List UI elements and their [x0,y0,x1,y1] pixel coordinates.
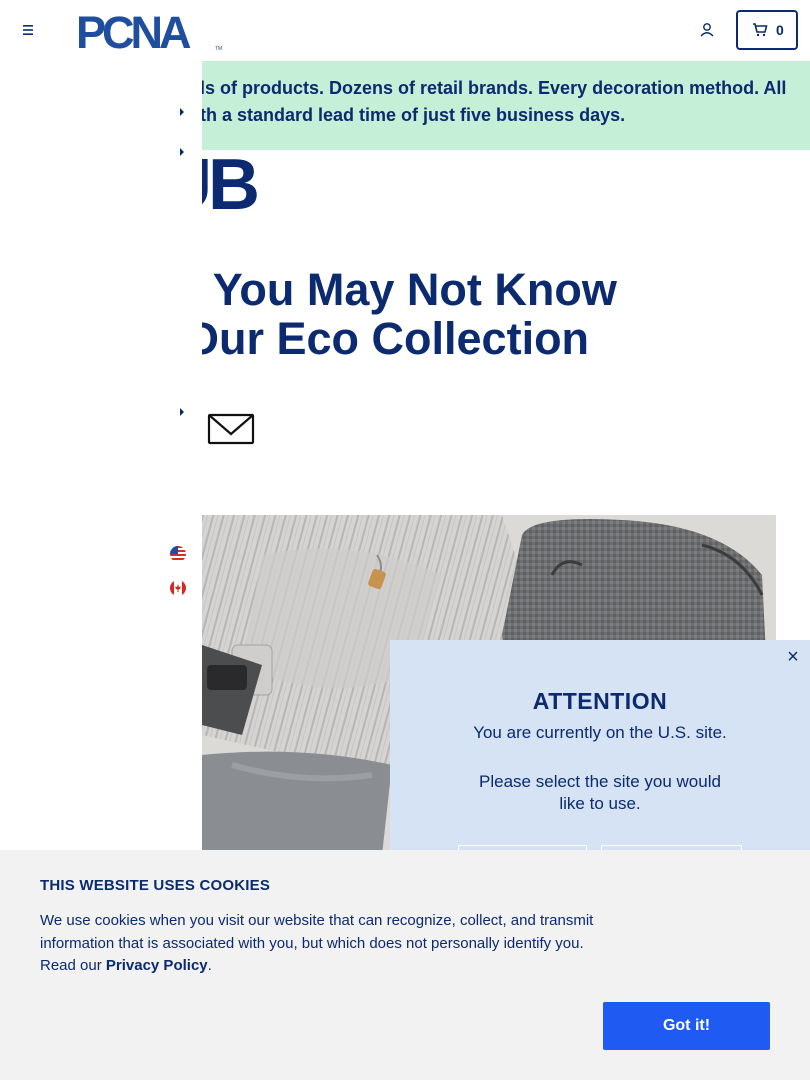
cookie-period: . [207,957,212,974]
banner-line-1: ls of products. Dozens of retail brands.… [202,78,787,98]
accept-cookies-button[interactable]: Got it! [603,1002,770,1050]
cart-icon [753,23,768,37]
caret-right-icon[interactable] [180,108,184,116]
caret-right-icon[interactable] [180,148,184,156]
logo-tm: TM [215,46,222,51]
cookie-title: THIS WEBSITE USES COOKIES [40,877,271,894]
blog-heading: UB [202,150,322,230]
banner-text: ls of products. Dozens of retail brands.… [202,75,810,129]
article-title-line-2: Our Eco Collection [202,313,590,364]
caret-right-icon[interactable] [180,408,184,416]
article-title: s You May Not Know Our Eco Collection [202,262,810,372]
article-title-line-1: s You May Not Know [202,264,617,315]
left-sidebar [0,61,202,851]
site-select-modal [390,640,810,880]
cart-count: 0 [776,22,784,38]
blog-heading-text: UB [202,150,260,225]
modal-select-text: Please select the site you would like to… [479,772,721,813]
account-icon[interactable] [696,19,718,41]
banner-line-2: th a standard lead time of just five bus… [202,105,626,125]
us-flag-icon[interactable] [170,546,186,562]
pcna-logo[interactable]: PCNA TM [76,7,226,58]
site-header: PCNA TM 0 [0,0,810,61]
logo-text: PCNA [76,9,191,51]
mail-icon[interactable] [207,412,255,446]
cookie-text: We use cookies when you visit our websit… [40,910,610,978]
canada-flag-icon[interactable] [170,580,186,596]
close-icon[interactable]: × [784,647,802,667]
modal-title: ATTENTION [532,688,668,714]
promo-banner: ls of products. Dozens of retail brands.… [202,61,810,150]
privacy-policy-link[interactable]: Privacy Policy [106,957,208,974]
hamburger-menu-icon[interactable] [18,20,38,40]
modal-current-site-text: You are currently on the U.S. site. [473,723,727,742]
cart-button[interactable]: 0 [736,10,798,50]
